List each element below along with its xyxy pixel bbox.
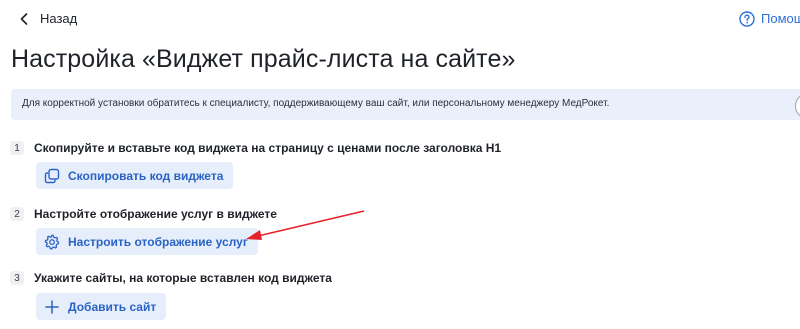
plus-icon xyxy=(45,299,59,314)
step-number: 1 xyxy=(10,141,24,155)
step-number: 3 xyxy=(10,271,24,285)
add-site-button[interactable]: Добавить сайт xyxy=(36,293,167,320)
chevron-left-icon xyxy=(20,13,28,25)
button-label: Настроить отображение услуг xyxy=(68,234,248,249)
help-circle-icon xyxy=(739,11,755,27)
help-label: Помощь xyxy=(761,11,800,26)
page-title: Настройка «Виджет прайс-листа на сайте» xyxy=(11,45,516,73)
button-label: Скопировать код виджета xyxy=(68,168,224,183)
copy-widget-code-button[interactable]: Скопировать код виджета xyxy=(36,162,234,189)
gear-icon xyxy=(44,234,60,250)
step-3: 3 Укажите сайты, на которые вставлен код… xyxy=(10,270,332,286)
back-link[interactable]: Назад xyxy=(20,9,77,29)
notice-close-icon[interactable] xyxy=(795,93,800,119)
step-2: 2 Настройте отображение услуг в виджете xyxy=(10,206,277,222)
notice-text: Для корректной установки обратитесь к сп… xyxy=(22,98,610,109)
copy-icon xyxy=(44,168,60,183)
step-number: 2 xyxy=(10,207,24,221)
button-label: Добавить сайт xyxy=(68,299,157,314)
back-label: Назад xyxy=(40,11,78,26)
configure-services-display-button[interactable]: Настроить отображение услуг xyxy=(36,228,258,255)
step-text: Скопируйте и вставьте код виджета на стр… xyxy=(34,141,502,155)
step-1: 1 Скопируйте и вставьте код виджета на с… xyxy=(10,140,501,156)
step-text: Настройте отображение услуг в виджете xyxy=(34,207,277,221)
step-text: Укажите сайты, на которые вставлен код в… xyxy=(34,271,332,285)
top-bar: Назад Помощь xyxy=(0,0,800,38)
info-notice: Для корректной установки обратитесь к сп… xyxy=(11,89,800,120)
help-link[interactable]: Помощь xyxy=(739,9,800,29)
